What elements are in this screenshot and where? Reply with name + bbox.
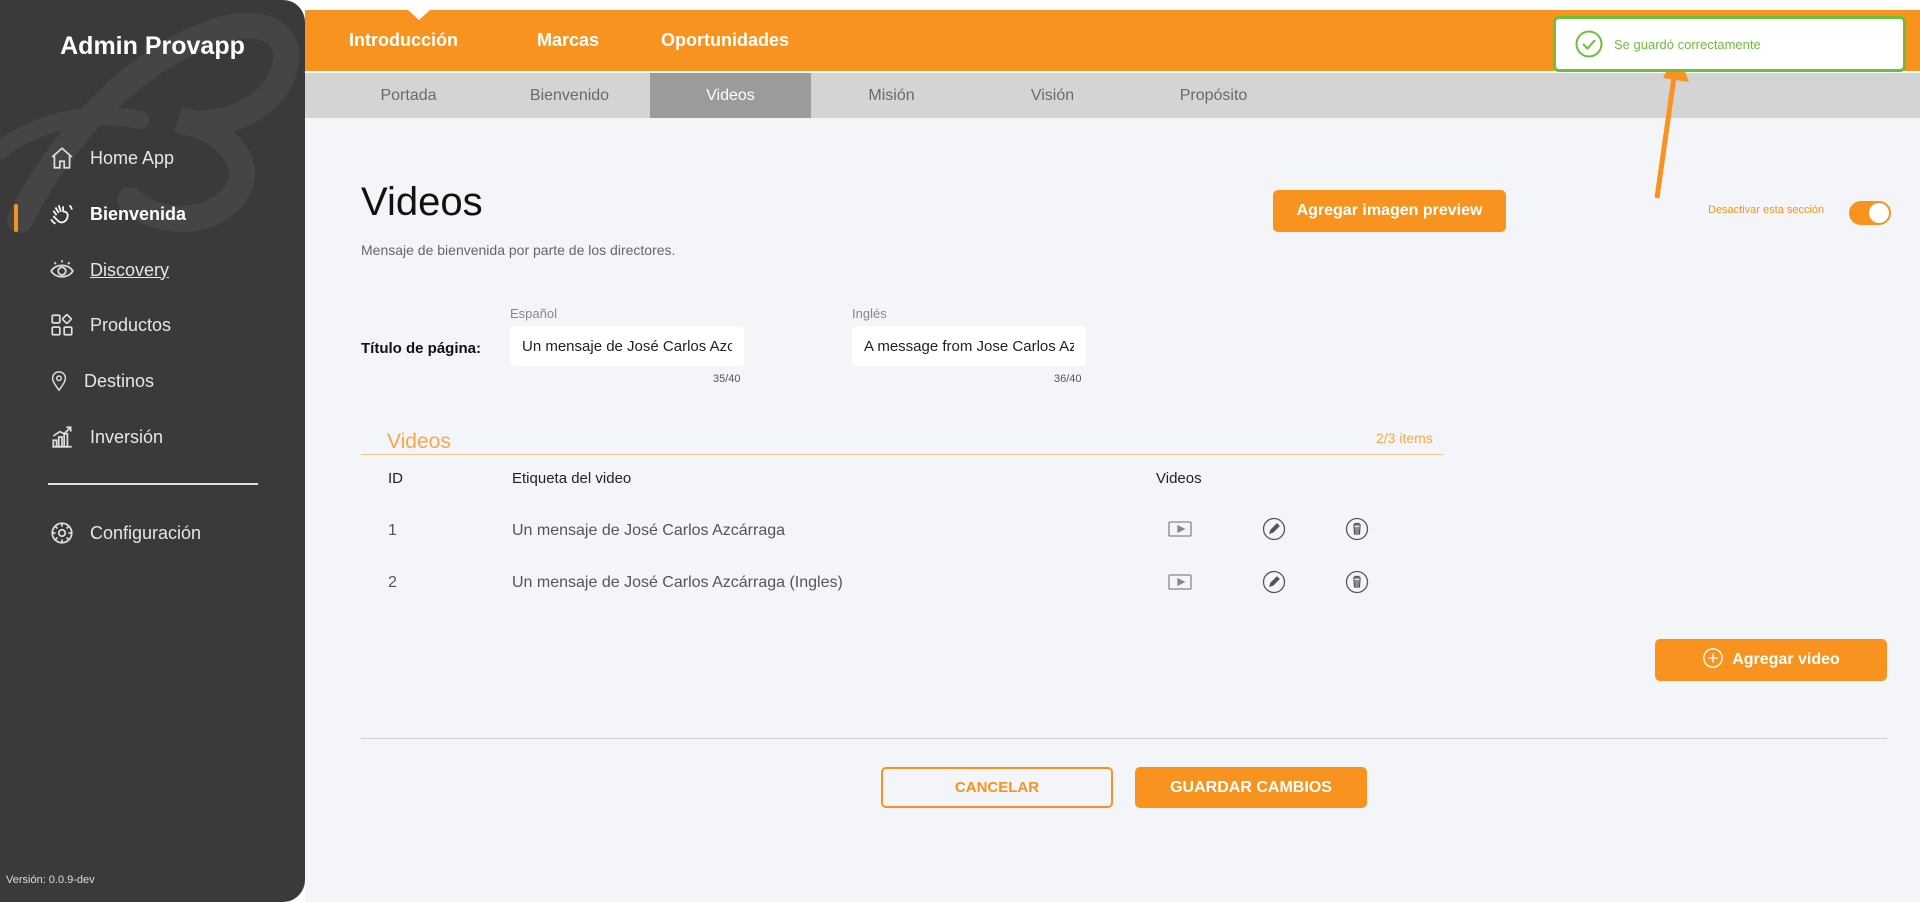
check-circle-icon — [1575, 30, 1603, 58]
sidebar-item-productos[interactable]: Productos — [48, 309, 171, 341]
sidebar-item-label: Bienvenida — [90, 203, 187, 224]
edit-icon[interactable] — [1262, 570, 1286, 594]
items-count: 2/3 items — [1376, 430, 1433, 446]
tab-introduccion[interactable]: Introducción — [349, 10, 458, 71]
play-video-icon[interactable] — [1168, 517, 1192, 541]
home-icon — [48, 144, 76, 172]
annotation-arrow-icon — [1654, 50, 1689, 199]
sidebar-item-inversion[interactable]: Inversión — [48, 421, 163, 453]
videos-section-heading: Videos — [387, 430, 451, 453]
sidebar-item-configuracion[interactable]: Configuración — [48, 517, 201, 549]
sidebar: Admin Provapp Home App Bienvenida Discov… — [0, 0, 305, 902]
section-toggle[interactable] — [1849, 201, 1891, 225]
tab-marcas[interactable]: Marcas — [537, 10, 599, 71]
spanish-char-counter: 35/40 — [713, 373, 741, 385]
english-label: Inglés — [852, 306, 887, 321]
row-id: 1 — [388, 522, 397, 539]
wave-hand-icon — [48, 200, 76, 228]
sidebar-item-destinos[interactable]: Destinos — [48, 365, 154, 397]
save-changes-button[interactable]: GUARDAR CAMBIOS — [1135, 767, 1367, 808]
spanish-label: Español — [510, 306, 557, 321]
sidebar-item-label: Destinos — [84, 370, 155, 391]
delete-icon[interactable] — [1345, 570, 1369, 594]
toggle-section-label: Desactivar esta sección — [1708, 204, 1825, 216]
cancel-button[interactable]: CANCELAR — [881, 767, 1113, 808]
chart-icon — [48, 423, 76, 451]
sidebar-item-label: Inversión — [90, 426, 164, 447]
subtab-videos[interactable]: Videos — [650, 73, 811, 118]
plus-circle-icon — [1702, 647, 1724, 674]
delete-icon[interactable] — [1345, 517, 1369, 541]
add-video-label: Agregar video — [1732, 651, 1840, 668]
brand-title: Admin Provapp — [60, 32, 245, 60]
sidebar-item-discovery[interactable]: Discovery — [48, 254, 169, 286]
toggle-knob — [1869, 203, 1889, 223]
subtab-portada[interactable]: Portada — [328, 73, 489, 118]
page-title: Videos — [361, 180, 483, 224]
map-pin-icon — [48, 367, 70, 395]
edit-icon[interactable] — [1262, 517, 1286, 541]
add-video-button[interactable]: Agregar video — [1655, 639, 1887, 681]
page-subtitle: Mensaje de bienvenida por parte de los d… — [361, 242, 676, 258]
sidebar-item-label: Configuración — [90, 522, 202, 543]
sidebar-divider — [48, 483, 258, 485]
main-content: Videos Mensaje de bienvenida por parte d… — [305, 50, 1920, 902]
sidebar-item-label: Home App — [90, 147, 175, 168]
column-header-videos: Videos — [1156, 470, 1202, 487]
gear-icon — [48, 519, 76, 547]
add-preview-image-button[interactable]: Agregar imagen preview — [1273, 190, 1506, 232]
subtab-mision[interactable]: Misión — [811, 73, 972, 118]
english-char-counter: 36/40 — [1054, 373, 1082, 385]
app-version: Versión: 0.0.9-dev — [6, 874, 95, 886]
success-toast: Se guardó correctamente — [1553, 16, 1906, 72]
sidebar-item-home-app[interactable]: Home App — [48, 142, 174, 174]
tab-oportunidades[interactable]: Oportunidades — [661, 10, 789, 71]
active-nav-marker — [14, 204, 18, 232]
eye-icon — [48, 256, 76, 284]
page-title-label: Título de página: — [361, 340, 481, 357]
row-label: Un mensaje de José Carlos Azcárraga — [512, 522, 786, 539]
sidebar-item-bienvenida[interactable]: Bienvenida — [48, 198, 186, 230]
column-header-id: ID — [388, 470, 403, 487]
row-id: 2 — [388, 574, 397, 591]
title-spanish-input[interactable] — [510, 326, 744, 366]
play-video-icon[interactable] — [1168, 570, 1192, 594]
form-divider — [361, 738, 1887, 739]
sidebar-item-label: Discovery — [90, 259, 170, 280]
title-english-input[interactable] — [852, 326, 1086, 366]
subtab-proposito[interactable]: Propósito — [1133, 73, 1294, 118]
sidebar-item-label: Productos — [90, 314, 172, 335]
subtab-vision[interactable]: Visión — [972, 73, 1133, 118]
row-label: Un mensaje de José Carlos Azcárraga (Ing… — [512, 574, 843, 591]
subtab-bienvenido[interactable]: Bienvenido — [489, 73, 650, 118]
column-header-label: Etiqueta del video — [512, 470, 632, 487]
videos-section-divider — [361, 454, 1443, 455]
toast-message: Se guardó correctamente — [1614, 36, 1761, 52]
grid-icon — [48, 311, 76, 339]
